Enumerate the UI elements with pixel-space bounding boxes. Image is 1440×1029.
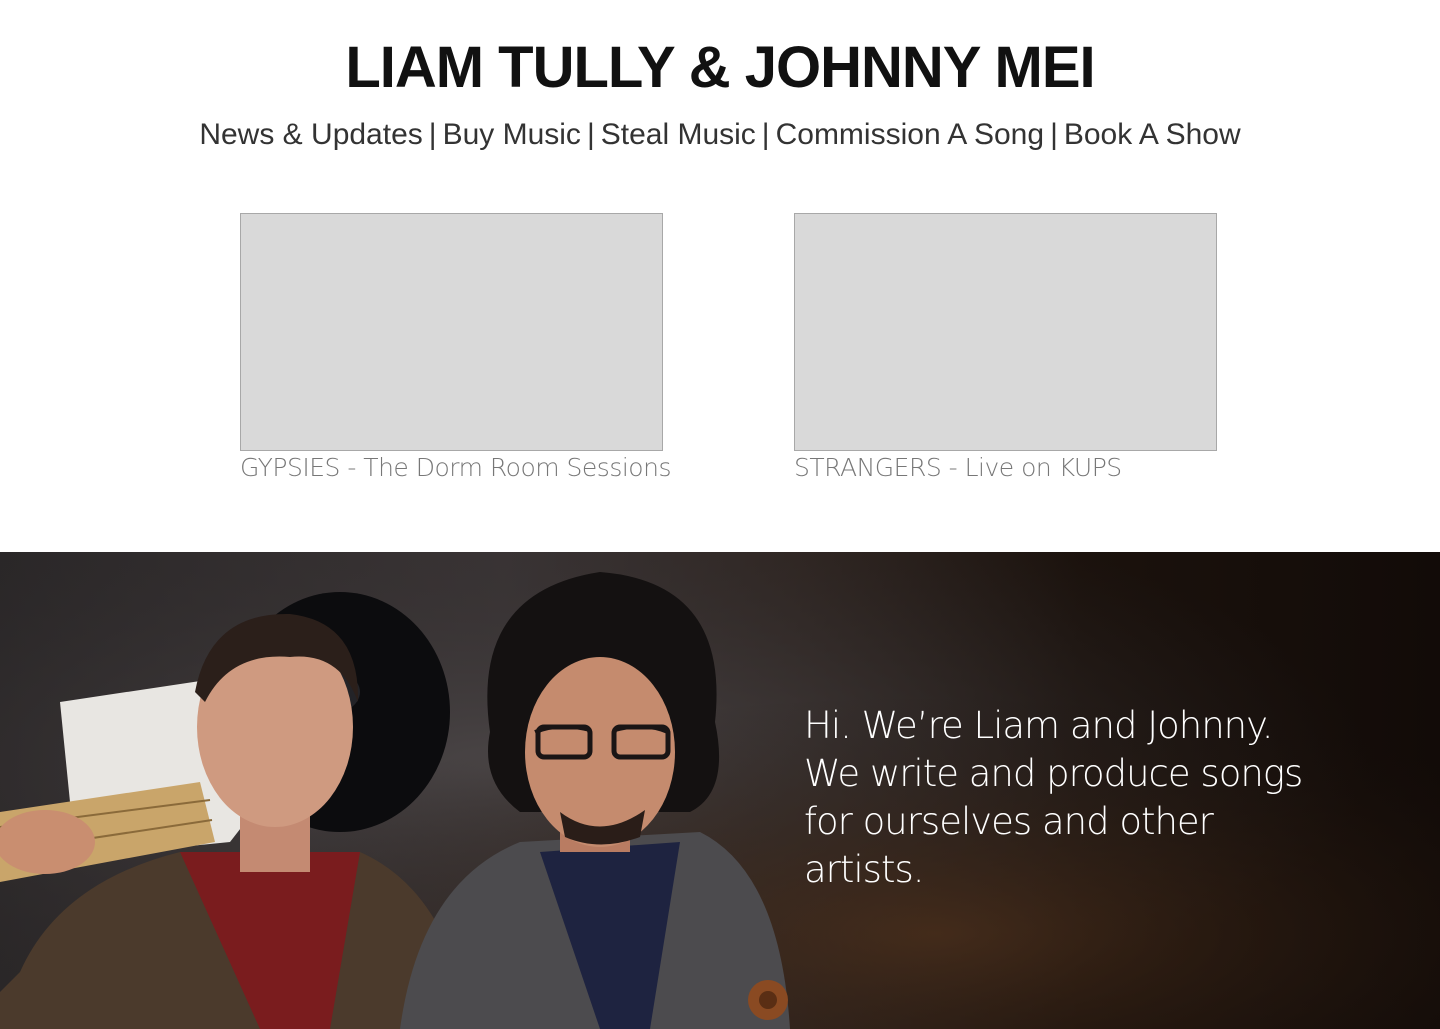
nav-news-updates[interactable]: News & Updates — [199, 118, 422, 151]
nav-steal-music[interactable]: Steal Music — [601, 118, 756, 151]
site-title: LIAM TULLY & JOHNNY MEI — [345, 35, 1095, 100]
video-caption-gypsies: GYPSIES - The Dorm Room Sessions — [240, 453, 671, 482]
video-caption-strangers: STRANGERS - Live on KUPS — [794, 453, 1122, 482]
nav-separator: | — [428, 118, 437, 151]
nav-separator: | — [761, 118, 770, 151]
nav-separator: | — [586, 118, 595, 151]
video-embed-gypsies[interactable] — [240, 213, 663, 451]
nav-commission-a-song[interactable]: Commission A Song — [776, 118, 1044, 151]
hero-intro-text: Hi. We’re Liam and Johnny. We write and … — [804, 704, 1303, 891]
nav-book-a-show[interactable]: Book A Show — [1064, 118, 1241, 151]
video-embed-strangers[interactable] — [794, 213, 1217, 451]
main-nav: News & Updates | Buy Music | Steal Music | Com… — [0, 118, 1440, 152]
nav-buy-music[interactable]: Buy Music — [443, 118, 581, 151]
nav-separator: | — [1050, 118, 1058, 151]
hero-banner: Hi. We’re Liam and Johnny. We write and … — [0, 552, 1440, 1029]
